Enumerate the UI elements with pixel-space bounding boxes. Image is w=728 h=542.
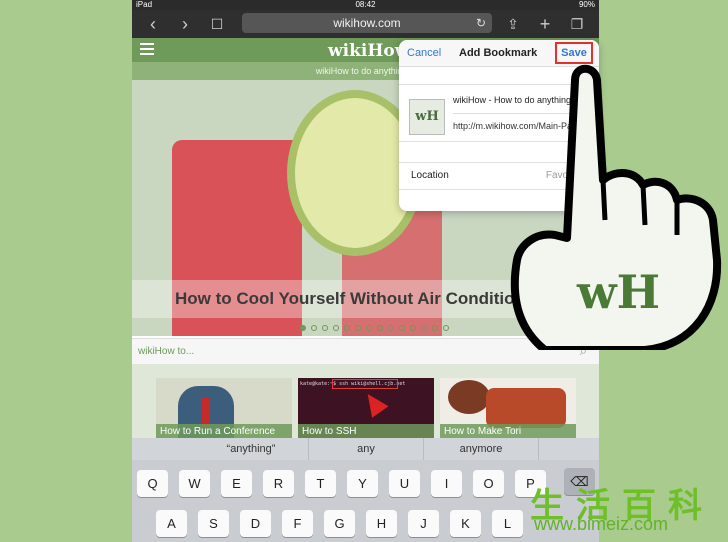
hero-title[interactable]: How to Cool Yourself Without Air Conditi… [175, 289, 550, 309]
status-bar: iPad 08:42 90% [132, 0, 599, 10]
back-icon[interactable]: ‹ [142, 13, 164, 35]
key-j[interactable]: J [408, 510, 439, 537]
featured-articles: How to Run a Conference kate@kate:~$ ssh… [132, 364, 599, 444]
key-e[interactable]: E [221, 470, 252, 497]
key-d[interactable]: D [240, 510, 271, 537]
key-k[interactable]: K [450, 510, 481, 537]
battery-label: 90% [578, 0, 595, 9]
bookmark-thumbnail: wH [409, 99, 445, 135]
article-thumb-food[interactable]: How to Make Tori [440, 378, 576, 440]
article-thumb-conference[interactable]: How to Run a Conference [156, 378, 292, 440]
key-w[interactable]: W [179, 470, 210, 497]
location-label: Location [411, 170, 449, 181]
arrow-icon [359, 388, 389, 418]
key-r[interactable]: R [263, 470, 294, 497]
prediction-1[interactable]: “anything” [194, 438, 309, 460]
forward-icon[interactable]: › [174, 13, 196, 35]
key-q[interactable]: Q [137, 470, 168, 497]
safari-toolbar: ‹ › ☐ wikihow.com ↻ ⇪ + ❐ [132, 10, 599, 38]
key-g[interactable]: G [324, 510, 355, 537]
address-bar[interactable]: wikihow.com ↻ [242, 13, 492, 33]
add-icon[interactable]: + [534, 13, 556, 35]
key-f[interactable]: F [282, 510, 313, 537]
watermark: 生活百科 www.bimeiz.com [526, 478, 728, 542]
key-i[interactable]: I [431, 470, 462, 497]
prediction-2[interactable]: any [309, 438, 424, 460]
key-a[interactable]: A [156, 510, 187, 537]
prediction-3[interactable]: anymore [424, 438, 539, 460]
tabs-icon[interactable]: ❐ [566, 13, 588, 35]
key-y[interactable]: Y [347, 470, 378, 497]
pointing-hand-icon: wH [510, 64, 722, 350]
carousel-dots[interactable] [300, 318, 454, 336]
reload-icon[interactable]: ↻ [476, 13, 486, 33]
bookmarks-icon[interactable]: ☐ [206, 13, 228, 35]
watermark-url: www.bimeiz.com [534, 514, 669, 534]
clock: 08:42 [355, 0, 376, 9]
dialog-title: Add Bookmark [459, 47, 538, 59]
share-icon[interactable]: ⇪ [502, 13, 524, 35]
key-t[interactable]: T [305, 470, 336, 497]
key-o[interactable]: O [473, 470, 504, 497]
key-u[interactable]: U [389, 470, 420, 497]
hand-logo: wH [576, 265, 660, 319]
predictive-bar: “anything” any anymore [132, 438, 599, 460]
cancel-button[interactable]: Cancel [407, 47, 441, 59]
key-l[interactable]: L [492, 510, 523, 537]
article-thumb-ssh[interactable]: kate@kate:~$ ssh wiki@shell.cjb.net How … [298, 378, 434, 440]
menu-icon[interactable] [140, 43, 154, 55]
key-h[interactable]: H [366, 510, 397, 537]
key-s[interactable]: S [198, 510, 229, 537]
search-placeholder: wikiHow to... [138, 346, 195, 357]
url-text: wikihow.com [333, 16, 401, 30]
site-logo[interactable]: wikiHow [328, 41, 409, 61]
